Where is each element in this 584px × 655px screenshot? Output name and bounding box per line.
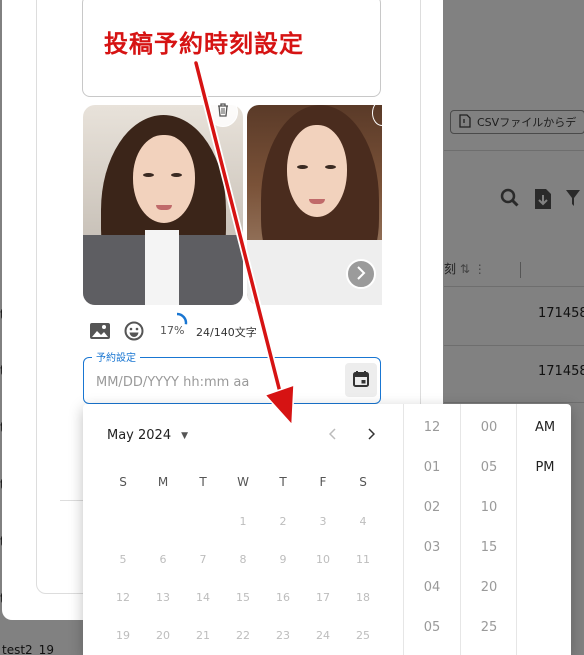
calendar-day[interactable]: 9 — [273, 553, 293, 566]
meridiem-option[interactable]: AM — [517, 420, 571, 435]
calendar-day[interactable]: 20 — [153, 629, 173, 642]
calendar-day[interactable]: 21 — [193, 629, 213, 642]
divider — [444, 150, 584, 151]
chevron-left-icon — [328, 426, 337, 444]
weekday-label: W — [237, 475, 249, 489]
hour-option[interactable]: 03 — [404, 540, 460, 555]
calendar-day[interactable]: 4 — [353, 515, 373, 528]
hour-option[interactable]: 12 — [404, 420, 460, 435]
meridiem-option[interactable]: PM — [517, 460, 571, 475]
filter-icon[interactable] — [566, 188, 580, 215]
search-icon[interactable] — [500, 188, 520, 215]
table-cell: 171458 — [538, 306, 584, 321]
divider — [444, 286, 584, 287]
column-header-label: 刻 — [444, 262, 457, 276]
download-icon[interactable] — [534, 188, 552, 215]
calendar-day[interactable]: 12 — [113, 591, 133, 604]
calendar-day[interactable]: 14 — [193, 591, 213, 604]
delete-image-button[interactable] — [208, 97, 238, 127]
prev-month-button[interactable] — [328, 426, 337, 444]
calendar-day[interactable]: 1 — [233, 515, 253, 528]
column-resizer[interactable] — [519, 261, 521, 278]
hour-option[interactable]: 02 — [404, 500, 460, 515]
divider — [444, 345, 584, 346]
chevron-right-icon — [367, 426, 376, 444]
minute-option[interactable]: 15 — [461, 540, 517, 555]
calendar-day[interactable]: 16 — [273, 591, 293, 604]
weekday-label: M — [157, 475, 169, 489]
schedule-field-placeholder: MM/DD/YYYY hh:mm aa — [96, 375, 250, 390]
column-header[interactable]: 刻 ⇅ ⋮ — [444, 260, 521, 278]
weekday-label: S — [119, 475, 127, 489]
calendar-day[interactable]: 19 — [113, 629, 133, 642]
calendar-icon — [353, 370, 369, 391]
sort-icon[interactable]: ⇅ — [460, 262, 470, 276]
table-cell: 171458 — [538, 364, 584, 379]
csv-import-button[interactable]: CSVファイルからデ — [450, 110, 584, 134]
char-percent: 17% — [160, 324, 185, 337]
image-icon[interactable] — [88, 320, 112, 342]
hour-option[interactable]: 04 — [404, 580, 460, 595]
minute-option[interactable]: 20 — [461, 580, 517, 595]
calendar-day[interactable]: 22 — [233, 629, 253, 642]
calendar-day[interactable]: 15 — [233, 591, 253, 604]
table-toolbar — [500, 188, 580, 215]
calendar-day[interactable]: 17 — [313, 591, 333, 604]
hour-option[interactable]: 05 — [404, 620, 460, 635]
weekday-label: F — [319, 475, 327, 489]
compose-toolbar — [88, 320, 156, 342]
calendar-day[interactable]: 24 — [313, 629, 333, 642]
divider — [60, 500, 85, 501]
calendar-day[interactable]: 5 — [113, 553, 133, 566]
meridiem-column: AM PM — [516, 404, 571, 655]
datetime-picker-popup: May 2024 ▼ SMTWTFS 1 2 3 4 5 6 7 8 9 10 11 12 13 14 15… — [83, 404, 571, 655]
next-month-button[interactable] — [367, 426, 376, 444]
calendar-day[interactable]: 6 — [153, 553, 173, 566]
file-icon — [459, 113, 471, 131]
weekday-label: T — [279, 475, 287, 489]
calendar-day[interactable]: 13 — [153, 591, 173, 604]
minute-option[interactable]: 25 — [461, 620, 517, 635]
more-vert-icon[interactable]: ⋮ — [474, 262, 486, 276]
calendar-day[interactable]: 11 — [353, 553, 373, 566]
char-count: 24/140文字 — [196, 326, 257, 339]
trash-icon — [217, 103, 229, 121]
schedule-field-label: 予約設定 — [92, 349, 140, 364]
caret-down-icon: ▼ — [181, 430, 189, 441]
calendar-day[interactable]: 18 — [353, 591, 373, 604]
emoji-icon[interactable] — [122, 320, 146, 342]
month-label: May 2024 — [107, 428, 172, 443]
next-image-button[interactable] — [346, 259, 376, 289]
calendar-day[interactable]: 3 — [313, 515, 333, 528]
calendar-day[interactable]: 23 — [273, 629, 293, 642]
delete-image-button[interactable] — [372, 100, 392, 126]
calendar-day[interactable]: 8 — [233, 553, 253, 566]
calendar-day[interactable]: 7 — [193, 553, 213, 566]
minute-option[interactable]: 05 — [461, 460, 517, 475]
month-selector[interactable]: May 2024 ▼ — [107, 428, 188, 443]
open-calendar-button[interactable] — [345, 363, 377, 397]
minute-column: 00 05 10 15 20 25 — [460, 404, 516, 655]
csv-import-label: CSVファイルからデ — [477, 116, 577, 129]
hour-column: 12 01 02 03 04 05 — [403, 404, 460, 655]
weekday-label: S — [359, 475, 367, 489]
attached-image[interactable] — [83, 105, 243, 305]
table-cell-edge: test2_19 — [2, 643, 54, 655]
calendar-day[interactable]: 10 — [313, 553, 333, 566]
calendar-pane: May 2024 ▼ SMTWTFS 1 2 3 4 5 6 7 8 9 10 11 12 13 14 15… — [83, 404, 403, 655]
minute-option[interactable]: 10 — [461, 500, 517, 515]
divider — [444, 402, 584, 403]
weekday-label: T — [199, 475, 207, 489]
calendar-day[interactable]: 25 — [353, 629, 373, 642]
calendar-day[interactable]: 2 — [273, 515, 293, 528]
minute-option[interactable]: 00 — [461, 420, 517, 435]
annotation-label: 投稿予約時刻設定 — [104, 30, 304, 58]
chevron-right-icon — [355, 265, 367, 284]
hour-option[interactable]: 01 — [404, 460, 460, 475]
